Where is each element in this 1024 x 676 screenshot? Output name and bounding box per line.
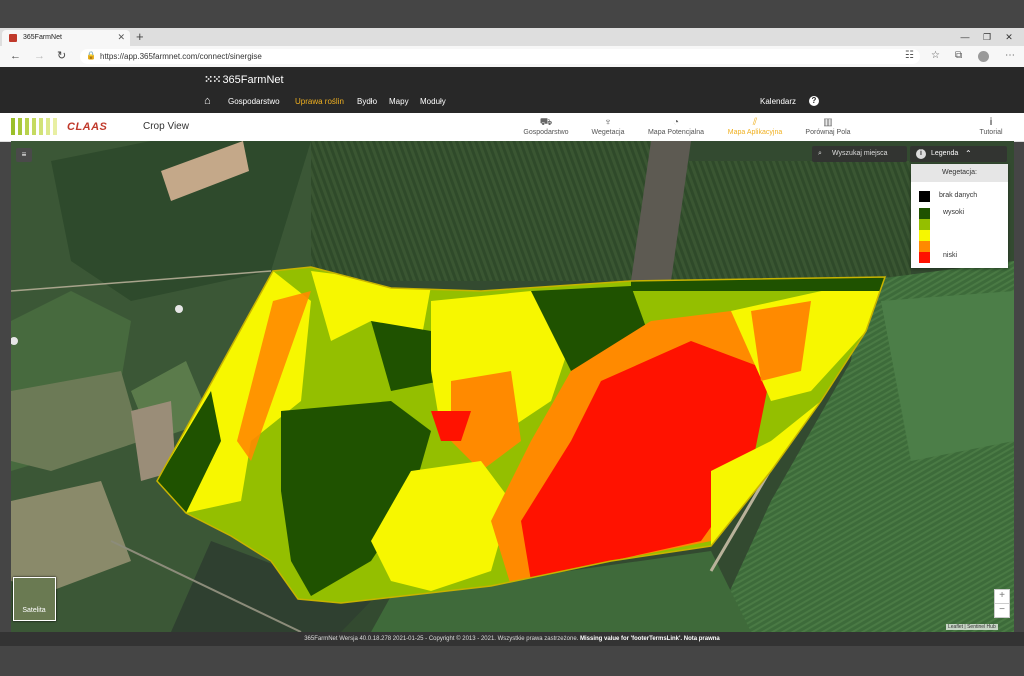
info-icon: i (916, 149, 926, 159)
logo-text: 365FarmNet (222, 74, 284, 86)
tractor-icon: ⛟ (539, 117, 553, 128)
brand-stripe (53, 118, 57, 135)
legend-swatch (919, 241, 930, 252)
tool-gospodarstwo-button[interactable]: ⛟ Gospodarstwo (516, 117, 576, 139)
menu-moduly[interactable]: Moduły (420, 97, 446, 106)
tool-label: Wegetacja (591, 129, 625, 136)
basemap-label: Satelita (22, 607, 46, 614)
tool-mapa-potencjalna-button[interactable]: ◔ Mapa Potencjalna (640, 117, 712, 139)
tool-porownaj-pola-button[interactable]: ▥ Porównaj Pola (798, 117, 858, 139)
brand-stripe (11, 118, 15, 135)
brand-stripe (32, 118, 36, 135)
app-header (0, 67, 1024, 113)
footer-missing-link: Missing value for 'footerTermsLink'. (580, 636, 683, 642)
back-icon[interactable]: ← (10, 50, 21, 62)
spray-icon: ⫽ (752, 117, 758, 128)
calendar-link[interactable]: Kalendarz (760, 97, 796, 106)
url-field[interactable]: https://app.365farmnet.com/connect/siner… (80, 49, 920, 64)
app-logo[interactable]: ⁙⁙ 365FarmNet (204, 73, 284, 86)
brand-stripe (18, 118, 22, 135)
logo-mark-icon: ⁙⁙ (204, 74, 221, 86)
favorite-star-icon[interactable]: ☆ (931, 50, 940, 61)
favicon-icon (9, 34, 17, 42)
basemap-satellite-thumbnail[interactable] (13, 577, 56, 621)
brand-stripe (46, 118, 50, 135)
legend-title: Wegetacja: (911, 164, 1008, 182)
forward-icon[interactable]: → (34, 50, 45, 62)
footer-copyright: 365FarmNet Wersja 40.0.18.278 2021-01-25… (304, 636, 579, 642)
help-icon[interactable]: ? (809, 96, 819, 106)
zoom-in-button[interactable]: + (994, 589, 1010, 604)
more-menu-icon[interactable]: ⋯ (1005, 50, 1015, 61)
browser-tab-bar (0, 28, 1024, 46)
browser-tab[interactable]: 365FarmNet ✕ (2, 30, 130, 46)
menu-uprawa-roslin[interactable]: Uprawa roślin (295, 97, 344, 106)
legend-swatch-brak-danych (919, 191, 930, 202)
tool-label: Porównaj Pola (805, 129, 851, 136)
legend-swatch-wysoki (919, 208, 930, 219)
page-title: Crop View (143, 121, 189, 132)
menu-gospodarstwo[interactable]: Gospodarstwo (228, 97, 280, 106)
restore-button[interactable]: ❐ (977, 29, 997, 45)
site-settings-icon[interactable]: ☷ (905, 50, 914, 61)
footer: 365FarmNet Wersja 40.0.18.278 2021-01-25… (0, 632, 1024, 646)
legend-panel: Wegetacja: brak danych wysoki niski (911, 164, 1008, 268)
tool-label: Tutorial (979, 129, 1003, 136)
chevron-up-icon: ⌃ (965, 149, 972, 158)
tool-mapa-aplikacyjna-button[interactable]: ⫽ Mapa Aplikacyjna (720, 117, 790, 139)
menu-mapy[interactable]: Mapy (389, 97, 409, 106)
profile-avatar[interactable] (978, 51, 989, 62)
plant-icon: ♆ (604, 117, 612, 128)
footer-legal-link[interactable]: Nota prawna (684, 636, 720, 642)
legend-label: wysoki (943, 209, 965, 216)
legend-swatch (919, 230, 930, 241)
window-close-button[interactable]: ✕ (999, 29, 1019, 45)
legend-toggle-button[interactable]: i Legenda ⌃ (910, 146, 1007, 162)
collections-icon[interactable]: ⧉ (955, 50, 962, 61)
map-canvas[interactable] (11, 141, 1014, 632)
menu-bydlo[interactable]: Bydło (357, 97, 377, 106)
map-attribution[interactable]: Leaflet | Sentinel Hub (946, 624, 998, 630)
claas-logo: CLAAS (67, 121, 108, 133)
tool-label: Mapa Aplikacyjna (727, 129, 783, 136)
tutorial-button[interactable]: i Tutorial (972, 117, 1010, 139)
minimize-button[interactable]: — (955, 29, 975, 45)
new-tab-button[interactable]: + (136, 29, 144, 45)
reload-icon[interactable]: ↻ (57, 50, 66, 62)
bar-chart-icon: ▥ (823, 117, 833, 128)
layers-menu-button[interactable]: ≡ (16, 148, 32, 162)
legend-button-label: Legenda (931, 150, 959, 157)
search-placeholder: Wyszukaj miejsca (832, 150, 888, 157)
brand-stripe (39, 118, 43, 135)
legend-label: niski (943, 252, 958, 259)
zoom-out-button[interactable]: − (994, 603, 1010, 618)
home-icon[interactable]: ⌂ (204, 95, 211, 107)
legend-swatch (919, 219, 930, 230)
tool-label: Mapa Potencjalna (647, 129, 705, 136)
tab-close-icon[interactable]: ✕ (117, 32, 125, 43)
tool-wegetacja-button[interactable]: ♆ Wegetacja (584, 117, 632, 139)
search-icon: ⌕ (818, 150, 822, 157)
tool-label: Gospodarstwo (523, 129, 569, 136)
gauge-icon: ◔ (672, 117, 680, 128)
legend-swatch-niski (919, 252, 930, 263)
place-search-input[interactable]: ⌕ Wyszukaj miejsca (812, 146, 907, 162)
tab-title: 365FarmNet (23, 34, 62, 41)
legend-label: brak danych (939, 192, 978, 199)
info-icon: i (989, 117, 993, 128)
lock-icon: 🔒 (86, 51, 96, 60)
brand-stripe (25, 118, 29, 135)
satellite-map[interactable] (11, 141, 1014, 632)
